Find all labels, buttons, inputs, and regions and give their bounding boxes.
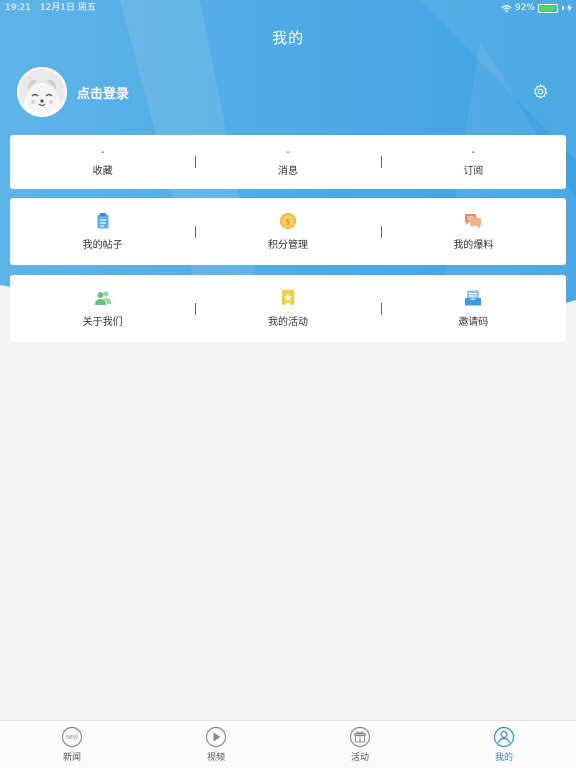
login-label[interactable]: 点击登录 [77, 83, 129, 102]
menu-label: 积分管理 [267, 240, 308, 251]
play-icon [205, 726, 227, 748]
stat-messages[interactable]: - 消息 [195, 135, 380, 189]
status-bar: 19:21 12月1日 周五 92% [0, 0, 576, 16]
menu-label: 我的活动 [267, 317, 308, 328]
menu-label: 关于我们 [82, 317, 123, 328]
coin-icon: $ [279, 213, 296, 229]
stat-value: - [471, 147, 476, 158]
stat-subscriptions[interactable]: - 订阅 [381, 135, 566, 189]
tab-label: 我的 [494, 753, 513, 763]
new-badge-text: NEW [66, 735, 78, 741]
menu-invite-code[interactable]: 邀请码 [381, 275, 566, 342]
avatar[interactable] [17, 67, 67, 117]
gift-icon [349, 726, 371, 748]
tab-video[interactable]: 视频 [144, 721, 288, 768]
tab-label: 视频 [206, 753, 225, 763]
svg-text:$: $ [285, 217, 291, 227]
tab-mine[interactable]: 我的 [432, 721, 576, 768]
clipboard-icon [97, 213, 109, 229]
gear-icon [534, 84, 548, 99]
settings-button[interactable] [532, 83, 549, 100]
menu-label: 我的帖子 [82, 240, 123, 251]
menu-card-2: 关于我们 我的活动 邀请码 [10, 275, 566, 342]
charging-icon [567, 4, 572, 12]
stat-label: 订阅 [463, 166, 484, 177]
tab-label: 新闻 [62, 753, 81, 763]
page-title: 我的 [271, 29, 304, 47]
menu-my-events[interactable]: 我的活动 [195, 275, 380, 342]
stat-value: - [100, 147, 105, 158]
stat-label: 消息 [277, 166, 298, 177]
menu-label: 邀请码 [458, 317, 489, 328]
tab-news[interactable]: NEW 新闻 [0, 721, 144, 768]
tab-events[interactable]: 活动 [288, 721, 432, 768]
status-date: 12月1日 周五 [39, 3, 96, 13]
menu-points[interactable]: $ 积分管理 [195, 198, 380, 265]
menu-label: 我的爆料 [453, 240, 494, 251]
inbox-icon [465, 290, 482, 306]
wifi-icon [501, 4, 512, 12]
menu-card-1: 我的帖子 $ 积分管理 我的爆料 [10, 198, 566, 265]
battery-percent: 92% [514, 3, 535, 13]
stat-label: 收藏 [92, 166, 113, 177]
users-icon [94, 291, 111, 305]
stat-value: - [286, 147, 290, 158]
battery-icon [538, 3, 558, 13]
default-avatar-icon [19, 69, 65, 115]
status-time: 19:21 [5, 3, 31, 13]
chat-bubbles-icon [465, 214, 482, 229]
login-area[interactable]: 点击登录 [17, 67, 129, 117]
user-icon [493, 726, 515, 748]
stats-card: - 收藏 - 消息 - 订阅 [10, 135, 566, 189]
battery-tip [562, 6, 564, 10]
menu-my-tips[interactable]: 我的爆料 [381, 198, 566, 265]
tab-label: 活动 [350, 753, 369, 763]
star-bookmark-icon [281, 290, 294, 306]
new-badge-icon: NEW [61, 726, 83, 748]
menu-my-posts[interactable]: 我的帖子 [10, 198, 195, 265]
stat-favorites[interactable]: - 收藏 [10, 135, 195, 189]
tab-bar: NEW 新闻 视频 活动 我的 [0, 720, 576, 768]
menu-about-us[interactable]: 关于我们 [10, 275, 195, 342]
